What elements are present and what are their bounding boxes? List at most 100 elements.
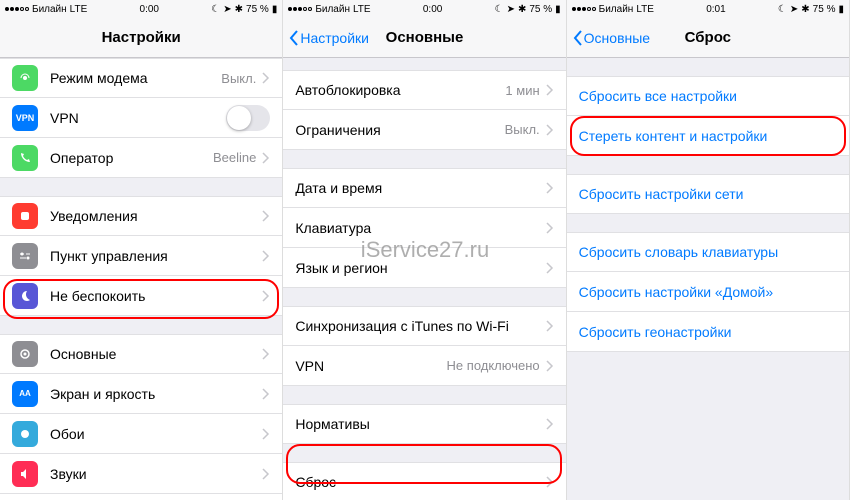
back-label: Основные xyxy=(584,30,650,46)
row-vpn[interactable]: VPN VPN xyxy=(0,98,282,138)
label: Уведомления xyxy=(50,208,262,224)
bluetooth-icon: ✱ xyxy=(518,4,526,15)
clock: 0:00 xyxy=(140,4,159,15)
row-regulatory[interactable]: Нормативы xyxy=(283,404,565,444)
wallpaper-icon xyxy=(12,421,38,447)
row-reset-keyboard[interactable]: Сбросить словарь клавиатуры xyxy=(567,232,849,272)
vpn-icon: VPN xyxy=(12,105,38,131)
label: Ограничения xyxy=(295,122,504,138)
row-control-center[interactable]: Пункт управления xyxy=(0,236,282,276)
row-sounds[interactable]: Звуки xyxy=(0,454,282,494)
label: Синхронизация с iTunes по Wi-Fi xyxy=(295,318,545,334)
carrier-label: Билайн xyxy=(315,4,350,15)
moon-icon: ☾ xyxy=(495,4,504,15)
label: Сбросить настройки сети xyxy=(579,186,837,202)
label: Режим модема xyxy=(50,70,221,86)
sounds-icon xyxy=(12,461,38,487)
chevron-right-icon xyxy=(262,250,270,262)
label: Звуки xyxy=(50,466,262,482)
signal-dots xyxy=(5,7,29,11)
label: Обои xyxy=(50,426,262,442)
chevron-right-icon xyxy=(262,210,270,222)
row-keyboard[interactable]: Клавиатура xyxy=(283,208,565,248)
battery-label: 75 % xyxy=(813,4,836,15)
row-hotspot[interactable]: Режим модема Выкл. xyxy=(0,58,282,98)
label: Пункт управления xyxy=(50,248,262,264)
chevron-right-icon xyxy=(546,84,554,96)
moon-icon xyxy=(12,283,38,309)
label: VPN xyxy=(295,358,446,374)
label: Сбросить все настройки xyxy=(579,88,837,104)
label: Стереть контент и настройки xyxy=(579,128,837,144)
label: Автоблокировка xyxy=(295,82,505,98)
row-vpn[interactable]: VPN Не подключено xyxy=(283,346,565,386)
phone-icon xyxy=(12,145,38,171)
row-itunes-wifi[interactable]: Синхронизация с iTunes по Wi-Fi xyxy=(283,306,565,346)
row-display[interactable]: AA Экран и яркость xyxy=(0,374,282,414)
chevron-right-icon xyxy=(262,152,270,164)
label: Сбросить настройки «Домой» xyxy=(579,284,837,300)
chevron-right-icon xyxy=(546,182,554,194)
display-icon: AA xyxy=(12,381,38,407)
label: Дата и время xyxy=(295,180,545,196)
signal-dots xyxy=(572,7,596,11)
label: Нормативы xyxy=(295,416,545,432)
row-autolock[interactable]: Автоблокировка 1 мин xyxy=(283,70,565,110)
label: Не беспокоить xyxy=(50,288,262,304)
moon-icon: ☾ xyxy=(778,4,787,15)
nav-bar: Основные Сброс xyxy=(567,18,849,58)
reset-pane: Билайн LTE 0:01 ☾ ➤ ✱ 75 % ▮ Основные Сб… xyxy=(567,0,850,500)
row-touchid[interactable]: Touch ID и пароль xyxy=(0,494,282,500)
row-restrictions[interactable]: Ограничения Выкл. xyxy=(283,110,565,150)
vpn-toggle[interactable] xyxy=(226,105,270,131)
row-reset[interactable]: Сброс xyxy=(283,462,565,500)
row-language[interactable]: Язык и регион xyxy=(283,248,565,288)
location-icon: ➤ xyxy=(507,4,515,15)
chevron-right-icon xyxy=(546,222,554,234)
row-reset-location[interactable]: Сбросить геонастройки xyxy=(567,312,849,352)
network-label: LTE xyxy=(353,4,371,15)
clock: 0:01 xyxy=(706,4,725,15)
chevron-right-icon xyxy=(546,124,554,136)
row-erase[interactable]: Стереть контент и настройки xyxy=(567,116,849,156)
row-carrier[interactable]: Оператор Beeline xyxy=(0,138,282,178)
settings-pane: Билайн LTE 0:00 ☾ ➤ ✱ 75 % ▮ Настройки Р… xyxy=(0,0,283,500)
chevron-right-icon xyxy=(546,262,554,274)
back-label: Настройки xyxy=(300,30,369,46)
chevron-right-icon xyxy=(262,468,270,480)
chevron-right-icon xyxy=(262,348,270,360)
back-button[interactable]: Основные xyxy=(567,29,650,47)
label: Оператор xyxy=(50,150,213,166)
chevron-right-icon xyxy=(262,72,270,84)
row-notifications[interactable]: Уведомления xyxy=(0,196,282,236)
nav-bar: Настройки Основные xyxy=(283,18,565,58)
label: VPN xyxy=(50,110,226,126)
row-wallpaper[interactable]: Обои xyxy=(0,414,282,454)
value: Выкл. xyxy=(221,71,256,86)
label: Сброс xyxy=(295,474,545,490)
chevron-right-icon xyxy=(546,418,554,430)
battery-icon: ▮ xyxy=(555,4,561,15)
row-datetime[interactable]: Дата и время xyxy=(283,168,565,208)
back-button[interactable]: Настройки xyxy=(283,29,369,47)
label: Сбросить геонастройки xyxy=(579,324,837,340)
clock: 0:00 xyxy=(423,4,442,15)
value: Beeline xyxy=(213,150,256,165)
row-dnd[interactable]: Не беспокоить xyxy=(0,276,282,316)
battery-label: 75 % xyxy=(246,4,269,15)
bluetooth-icon: ✱ xyxy=(801,4,809,15)
status-bar: Билайн LTE 0:01 ☾ ➤ ✱ 75 % ▮ xyxy=(567,0,849,18)
row-reset-all[interactable]: Сбросить все настройки xyxy=(567,76,849,116)
row-reset-network[interactable]: Сбросить настройки сети xyxy=(567,174,849,214)
label: Язык и регион xyxy=(295,260,545,276)
carrier-label: Билайн xyxy=(32,4,67,15)
notifications-icon xyxy=(12,203,38,229)
label: Экран и яркость xyxy=(50,386,262,402)
row-reset-home[interactable]: Сбросить настройки «Домой» xyxy=(567,272,849,312)
row-general[interactable]: Основные xyxy=(0,334,282,374)
chevron-right-icon xyxy=(546,320,554,332)
page-title: Настройки xyxy=(0,29,282,46)
hotspot-icon xyxy=(12,65,38,91)
battery-icon: ▮ xyxy=(838,4,844,15)
battery-label: 75 % xyxy=(529,4,552,15)
